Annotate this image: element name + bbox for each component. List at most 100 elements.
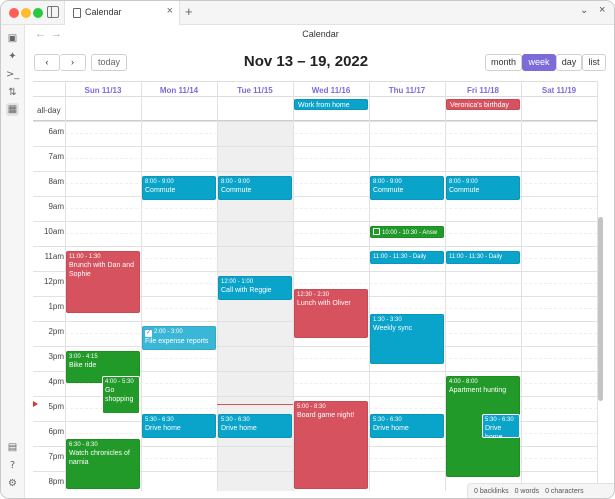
calendar-icon[interactable]: ▦: [6, 103, 19, 116]
calendar-event[interactable]: 11:00 - 11:30 - Daily: [446, 251, 520, 264]
calendar-event[interactable]: 5:30 - 6:30 Drive home: [218, 414, 292, 438]
view-header: ← → Calendar: [25, 25, 614, 45]
new-tab-button[interactable]: +: [185, 4, 193, 19]
event-title: File expense reports: [145, 338, 209, 345]
time-label: 7pm: [48, 452, 64, 461]
half-hour-line: [65, 158, 597, 159]
event-time-row: 10:00 - 10:30 - Answ: [373, 228, 441, 237]
allday-event[interactable]: Work from home: [294, 99, 368, 110]
close-window-button[interactable]: [9, 8, 19, 18]
list-view-button[interactable]: list: [582, 54, 606, 71]
sliders-icon[interactable]: ⇅: [6, 86, 19, 99]
time-label: 8am: [48, 177, 64, 186]
hour-line: [33, 246, 597, 247]
hour-line: [33, 346, 597, 347]
day-view-button[interactable]: day: [556, 54, 582, 71]
task-checkbox-checked[interactable]: ✓: [145, 330, 152, 337]
calendar-event[interactable]: 8:00 - 9:00 Commute: [142, 176, 216, 200]
calendar-event[interactable]: 12:00 - 1:00 Call with Reggie: [218, 276, 292, 300]
event-time-row: 11:00 - 11:30 - Daily: [373, 254, 427, 260]
vertical-scrollbar[interactable]: [598, 217, 603, 401]
event-title: Drive home: [145, 425, 181, 432]
task-checkbox[interactable]: [373, 228, 380, 235]
event-title: Commute: [145, 187, 176, 194]
half-hour-line: [65, 208, 597, 209]
day-header-tue[interactable]: Tue 11/15: [217, 86, 293, 95]
event-time: 3:00 - 4:15: [69, 354, 98, 360]
calendar-event[interactable]: 1:30 - 3:30 Weekly sync: [370, 314, 444, 364]
document-icon: [73, 8, 81, 18]
prev-week-button[interactable]: ‹: [34, 54, 60, 71]
calendar-event[interactable]: 5:30 - 6:30 Drive home: [142, 414, 216, 438]
column-divider: [521, 81, 522, 491]
week-view-button[interactable]: week: [522, 54, 556, 71]
half-hour-line: [65, 283, 597, 284]
allday-event[interactable]: Veronica's birthday: [446, 99, 520, 110]
day-header-mon[interactable]: Mon 11/14: [141, 86, 217, 95]
next-week-button[interactable]: ›: [60, 54, 86, 71]
time-label: 7am: [48, 152, 64, 161]
event-title: Board game night!: [297, 412, 355, 419]
time-label: 4pm: [48, 377, 64, 386]
hour-line: [33, 146, 597, 147]
calendar-event[interactable]: 5:30 - 6:30 Drive home: [482, 414, 520, 438]
settings-icon[interactable]: ⚙: [6, 477, 19, 490]
day-header-sun[interactable]: Sun 11/13: [65, 86, 141, 95]
backlinks-count: 0 backlinks: [474, 488, 509, 495]
calendar-event[interactable]: 10:00 - 10:30 - Answ: [370, 226, 444, 238]
current-time-marker: [33, 401, 38, 407]
event-title: Brunch with Dan and Sophie: [69, 262, 134, 278]
day-header-wed[interactable]: Wed 11/16: [293, 86, 369, 95]
calendar-event[interactable]: 8:00 - 9:00 Commute: [218, 176, 292, 200]
month-view-button[interactable]: month: [485, 54, 522, 71]
day-header-sat[interactable]: Sat 11/19: [521, 86, 597, 95]
sidebar-toggle-icon[interactable]: [47, 6, 59, 18]
today-button[interactable]: today: [91, 54, 127, 71]
files-icon[interactable]: ▣: [6, 32, 19, 45]
tab-calendar[interactable]: Calendar ×: [64, 1, 180, 25]
event-time-row: 11:00 - 11:30 - Daily: [449, 254, 503, 260]
calendar-event[interactable]: 12:30 - 2:30 Lunch with Oliver: [294, 289, 368, 338]
close-pane-icon[interactable]: ×: [599, 4, 605, 16]
event-title: Drive home: [221, 425, 257, 432]
zoom-window-button[interactable]: [33, 8, 43, 18]
event-time: 8:00 - 9:00: [373, 179, 402, 185]
day-header-thu[interactable]: Thu 11/17: [369, 86, 445, 95]
all-day-label: all-day: [37, 106, 61, 115]
half-hour-line: [65, 233, 597, 234]
calendar-event[interactable]: 5:30 - 6:30 Drive home: [370, 414, 444, 438]
half-hour-line: [65, 133, 597, 134]
event-time: 1:30 - 3:30: [373, 317, 402, 323]
day-header-fri[interactable]: Fri 11/18: [445, 86, 521, 95]
event-time: 8:00 - 9:00: [449, 179, 478, 185]
calendar-event[interactable]: 6:30 - 8:30 Watch chronicles of narnia: [66, 439, 140, 489]
calendar-event[interactable]: 5:00 - 8:30 Board game night!: [294, 401, 368, 489]
time-label: 1pm: [48, 302, 64, 311]
event-title: Daily: [488, 254, 503, 260]
event-title: Watch chronicles of narnia: [69, 450, 130, 466]
graph-icon[interactable]: ✦: [6, 50, 19, 63]
event-title: Commute: [373, 187, 404, 194]
event-time: 12:00 - 1:00: [221, 279, 254, 285]
vault-icon[interactable]: ▤: [6, 441, 19, 454]
calendar-event[interactable]: 8:00 - 9:00 Commute: [370, 176, 444, 200]
calendar-event[interactable]: 8:00 - 9:00 Commute: [446, 176, 520, 200]
view-title: Calendar: [302, 29, 339, 39]
half-hour-line: [65, 358, 597, 359]
time-label: 6pm: [48, 427, 64, 436]
event-title: Commute: [449, 187, 480, 194]
terminal-icon[interactable]: >_: [6, 68, 19, 81]
event-time: 8:00 - 9:00: [145, 179, 174, 185]
event-time: 5:30 - 6:30: [485, 417, 514, 423]
calendar-event[interactable]: 11:00 - 11:30 - Daily: [370, 251, 444, 264]
minimize-window-button[interactable]: [21, 8, 31, 18]
calendar-event[interactable]: 4:00 - 5:30 Go shopping: [102, 376, 140, 414]
help-icon[interactable]: ?: [6, 459, 19, 472]
chevron-down-icon[interactable]: ⌄: [580, 5, 588, 16]
tab-close-button[interactable]: ×: [167, 5, 173, 17]
hour-line: [33, 121, 597, 122]
event-time: 4:00 - 5:30: [105, 379, 134, 385]
calendar-event[interactable]: 11:00 - 1:30 Brunch with Dan and Sophie: [66, 251, 140, 313]
calendar-event[interactable]: ✓ 2:00 - 3:00 File expense reports: [142, 326, 216, 350]
hour-line: [33, 171, 597, 172]
